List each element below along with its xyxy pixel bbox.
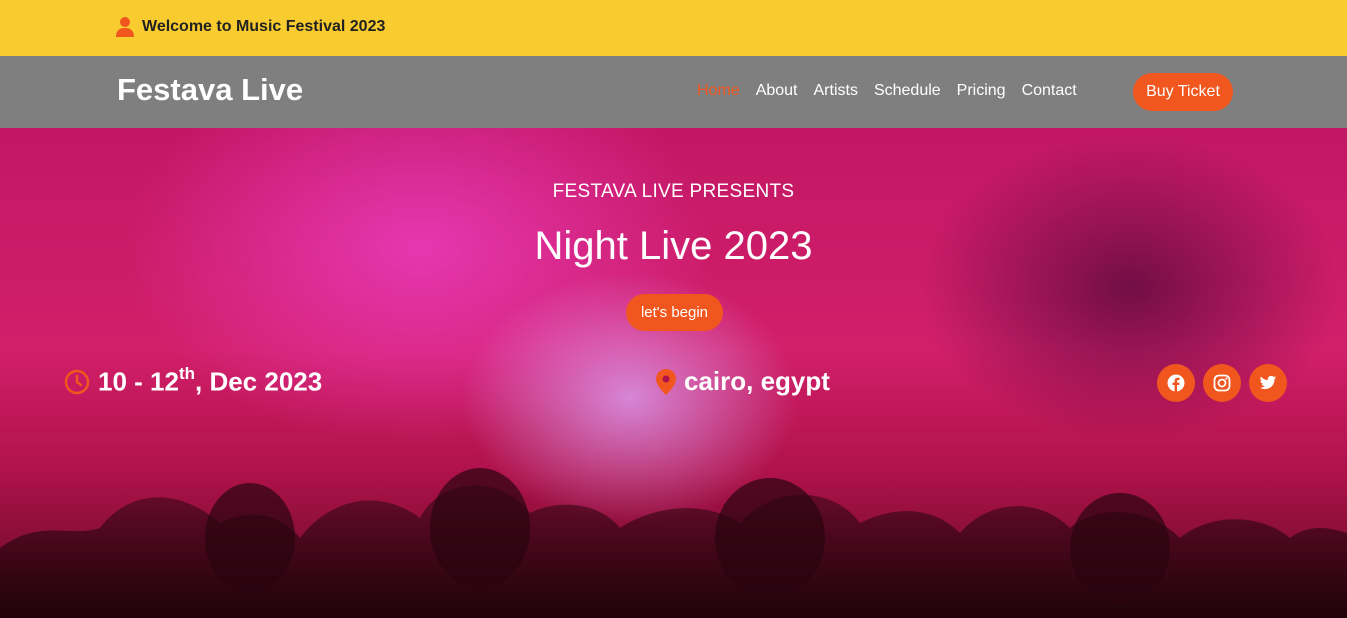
hero-title: Night Live 2023 (534, 224, 813, 268)
nav-link-artists[interactable]: Artists (814, 82, 858, 100)
welcome-text: Welcome to Music Festival 2023 (142, 18, 386, 35)
user-icon (116, 17, 134, 37)
nav-links: Home About Artists Schedule Pricing Cont… (697, 82, 1093, 100)
nav-link-pricing[interactable]: Pricing (957, 82, 1006, 100)
top-announcement-bar: Welcome to Music Festival 2023 (0, 0, 1347, 56)
event-location: cairo, egypt (656, 366, 830, 397)
map-pin-icon (656, 368, 676, 395)
buy-ticket-button[interactable]: Buy Ticket (1133, 73, 1233, 111)
main-navbar: Festava Live Home About Artists Schedule… (0, 56, 1347, 128)
twitter-link[interactable] (1249, 364, 1287, 402)
lets-begin-button[interactable]: let's begin (626, 294, 723, 331)
hero-subtitle: FESTAVA LIVE PRESENTS (552, 181, 795, 202)
social-links (1157, 364, 1287, 402)
event-date: 10 - 12th, Dec 2023 (64, 364, 323, 398)
facebook-link[interactable] (1157, 364, 1195, 402)
facebook-icon (1167, 374, 1185, 392)
event-date-text: 10 - 12th, Dec 2023 (98, 364, 323, 397)
nav-link-schedule[interactable]: Schedule (874, 82, 941, 100)
hero-section: FESTAVA LIVE PRESENTS Night Live 2023 le… (0, 128, 1347, 618)
instagram-icon (1213, 374, 1231, 392)
instagram-link[interactable] (1203, 364, 1241, 402)
nav-link-home[interactable]: Home (697, 82, 740, 100)
brand-logo-text[interactable]: Festava Live (117, 72, 303, 108)
twitter-icon (1259, 375, 1277, 390)
clock-icon (64, 369, 90, 395)
event-location-text: cairo, egypt (684, 366, 830, 396)
crowd-silhouette-image (0, 468, 1347, 618)
nav-link-contact[interactable]: Contact (1022, 82, 1077, 100)
nav-link-about[interactable]: About (756, 82, 798, 100)
